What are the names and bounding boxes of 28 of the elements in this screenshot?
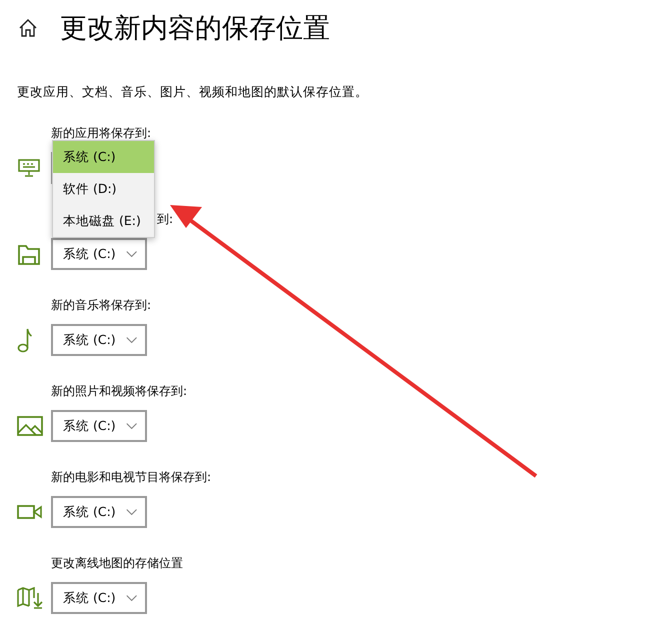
video-camera-icon (17, 504, 43, 520)
music-note-icon (17, 326, 33, 354)
description-text: 更改应用、文档、音乐、图片、视频和地图的默认保存位置。 (17, 84, 369, 101)
section-label: 新的电影和电视节目将保存到: (51, 469, 212, 485)
section-label: 更改离线地图的存储位置 (51, 555, 183, 571)
chevron-down-icon (126, 422, 137, 430)
chevron-down-icon (126, 508, 137, 516)
picture-icon (17, 416, 43, 436)
folder-icon (17, 242, 41, 266)
drive-dropdown[interactable]: 系统 (C:) (51, 582, 147, 614)
drive-dropdown[interactable]: 系统 (C:) (51, 410, 147, 442)
chevron-down-icon (126, 594, 137, 602)
chevron-down-icon (126, 336, 137, 344)
section-label: 新的应用将保存到: (51, 125, 152, 141)
menu-option[interactable]: 系统 (C:) (53, 141, 154, 173)
chevron-down-icon (126, 250, 137, 258)
drive-dropdown[interactable]: 系统 (C:) (51, 496, 147, 528)
monitor-icon (17, 158, 41, 178)
home-icon[interactable] (18, 18, 38, 38)
section-label: 新的照片和视频将保存到: (51, 383, 188, 399)
menu-option[interactable]: 本地磁盘 (E:) (53, 205, 154, 237)
section-label: 到: (157, 211, 174, 227)
map-download-icon (17, 587, 43, 609)
section-label: 新的音乐将保存到: (51, 297, 152, 313)
drive-dropdown[interactable]: 系统 (C:) (51, 324, 147, 356)
menu-option[interactable]: 软件 (D:) (53, 173, 154, 205)
drive-dropdown[interactable]: 系统 (C:) (51, 238, 147, 270)
page-title: 更改新内容的保存位置 (60, 12, 330, 46)
